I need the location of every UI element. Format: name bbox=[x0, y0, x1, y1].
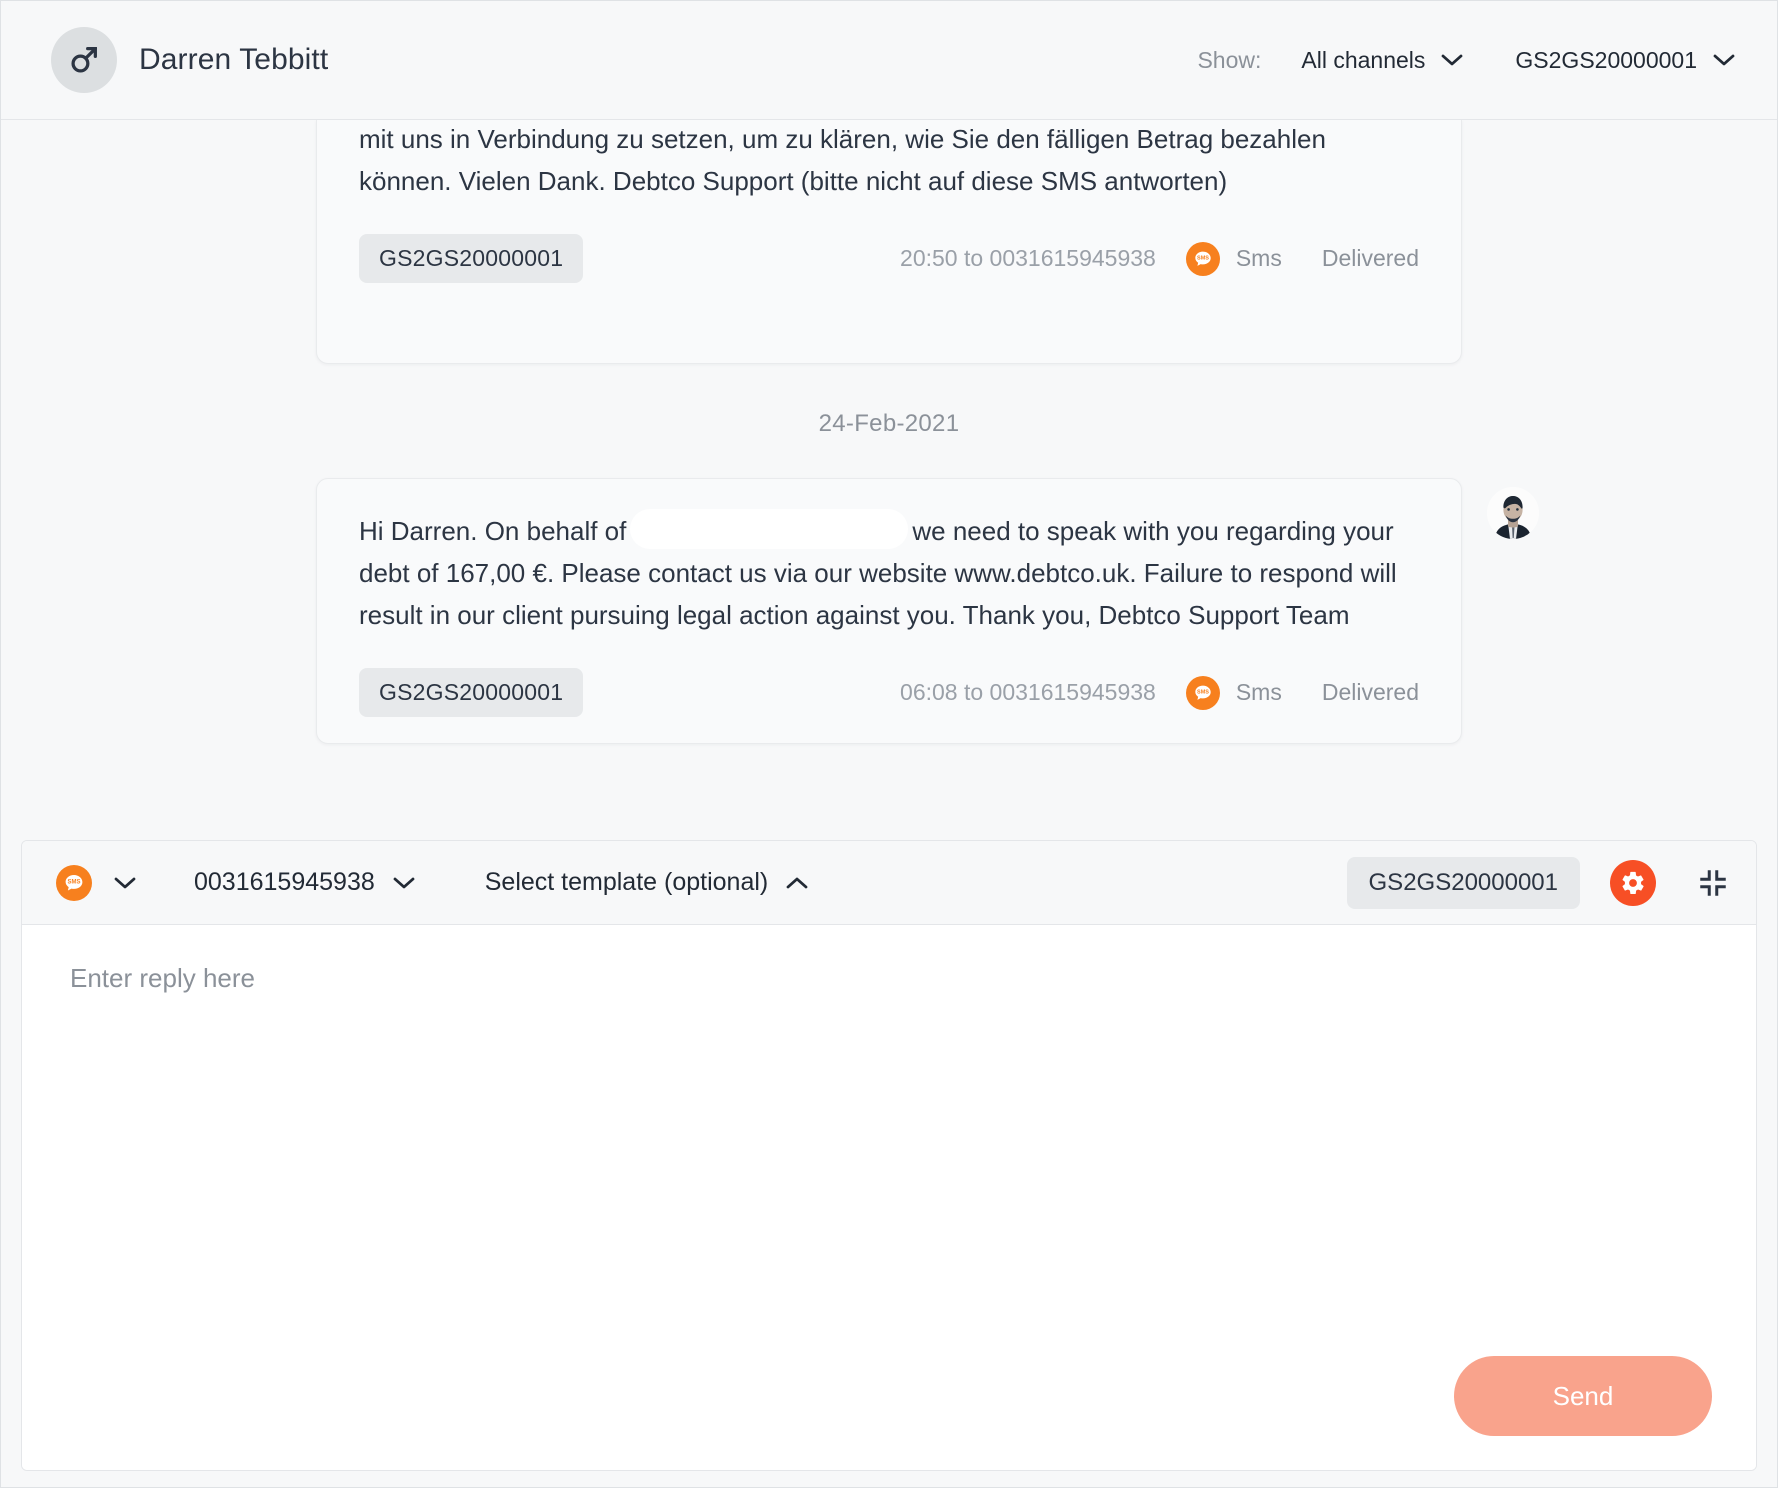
contact-identity: Darren Tebbitt bbox=[51, 27, 328, 93]
chevron-down-icon bbox=[114, 876, 136, 890]
sender-number-selector[interactable]: 0031615945938 bbox=[194, 868, 415, 897]
send-button[interactable]: Send bbox=[1454, 1356, 1712, 1436]
message-bubble: Hi Darren. On behalf of we need to speak … bbox=[316, 478, 1539, 745]
sender-number-label: 0031615945938 bbox=[194, 868, 375, 896]
conversation-header: Darren Tebbitt Show: All channels GS2GS2… bbox=[1, 1, 1777, 120]
chevron-down-icon bbox=[1441, 53, 1463, 67]
message-meta-right: 06:08 to 0031615945938 SMS Sms Delivered bbox=[900, 675, 1419, 710]
reply-input-area[interactable]: Enter reply here Send bbox=[22, 925, 1756, 1470]
message-row: jedoch haben wir nichts von Ihnen gehört… bbox=[51, 120, 1727, 364]
template-selector[interactable]: Select template (optional) bbox=[485, 868, 808, 897]
status-badge: Delivered bbox=[1321, 679, 1419, 706]
reference-filter-dropdown[interactable]: GS2GS20000001 bbox=[1513, 41, 1737, 80]
message-meta-right: 20:50 to 0031615945938 SMS Sms Delivered bbox=[900, 241, 1419, 276]
template-selector-label: Select template (optional) bbox=[484, 868, 769, 896]
composer-toolbar-right: GS2GS20000001 bbox=[1346, 856, 1728, 909]
message-timestamp: 20:50 to 0031615945938 bbox=[900, 245, 1156, 272]
composer-reference-chip[interactable]: GS2GS20000001 bbox=[1346, 856, 1580, 909]
send-row: Send bbox=[1454, 1356, 1712, 1436]
message-meta: GS2GS20000001 06:08 to 0031615945938 SMS… bbox=[359, 668, 1419, 718]
chevron-down-icon bbox=[393, 876, 415, 890]
header-filters: Show: All channels GS2GS20000001 bbox=[1197, 41, 1737, 80]
message-text: jedoch haben wir nichts von Ihnen gehört… bbox=[359, 124, 1326, 197]
chevron-down-icon bbox=[1713, 53, 1735, 67]
message-meta: GS2GS20000001 20:50 to 0031615945938 SMS… bbox=[359, 234, 1419, 284]
channel-filter-label: All channels bbox=[1301, 46, 1426, 73]
male-gender-icon bbox=[67, 43, 101, 77]
channel-selector[interactable]: SMS bbox=[56, 864, 136, 901]
avatar bbox=[51, 27, 117, 93]
chevron-up-icon bbox=[786, 876, 808, 890]
message-reference-chip: GS2GS20000001 bbox=[359, 234, 584, 284]
channel-filter-dropdown[interactable]: All channels bbox=[1299, 41, 1465, 80]
message-text-before-redaction: Hi Darren. On behalf of bbox=[359, 516, 627, 546]
collapse-icon[interactable] bbox=[1698, 868, 1728, 898]
sms-bubble-icon: SMS bbox=[1185, 675, 1220, 710]
message-timestamp: 06:08 to 0031615945938 bbox=[900, 679, 1156, 706]
message-bubble: jedoch haben wir nichts von Ihnen gehört… bbox=[316, 120, 1462, 364]
composer-toolbar: SMS 0031615945938 Select template (optio… bbox=[22, 841, 1756, 925]
show-label: Show: bbox=[1197, 46, 1262, 73]
message-reference-chip: GS2GS20000001 bbox=[359, 668, 584, 718]
status-badge: Delivered bbox=[1321, 245, 1419, 272]
redaction-block bbox=[630, 509, 909, 549]
gear-icon[interactable] bbox=[1610, 859, 1656, 906]
agent-photo-avatar bbox=[1487, 487, 1539, 539]
message-text: Hi Darren. On behalf of we need to speak … bbox=[359, 509, 1419, 636]
sms-bubble-icon: SMS bbox=[56, 864, 92, 901]
svg-text:SMS: SMS bbox=[67, 879, 80, 885]
sms-bubble-icon: SMS bbox=[1185, 241, 1220, 276]
message-channel-label: Sms bbox=[1235, 679, 1282, 706]
svg-text:SMS: SMS bbox=[1197, 689, 1209, 695]
message-list[interactable]: jedoch haben wir nichts von Ihnen gehört… bbox=[1, 120, 1777, 838]
conversation-app: Darren Tebbitt Show: All channels GS2GS2… bbox=[0, 0, 1778, 1488]
reference-filter-label: GS2GS20000001 bbox=[1515, 46, 1697, 73]
svg-text:SMS: SMS bbox=[1197, 255, 1209, 261]
message-channel-label: Sms bbox=[1235, 245, 1282, 272]
reply-placeholder: Enter reply here bbox=[70, 963, 255, 993]
message-row: Hi Darren. On behalf of we need to speak … bbox=[51, 478, 1727, 745]
page-title: Darren Tebbitt bbox=[139, 43, 329, 76]
reply-composer: SMS 0031615945938 Select template (optio… bbox=[21, 840, 1757, 1471]
date-separator: 24-Feb-2021 bbox=[818, 410, 960, 437]
